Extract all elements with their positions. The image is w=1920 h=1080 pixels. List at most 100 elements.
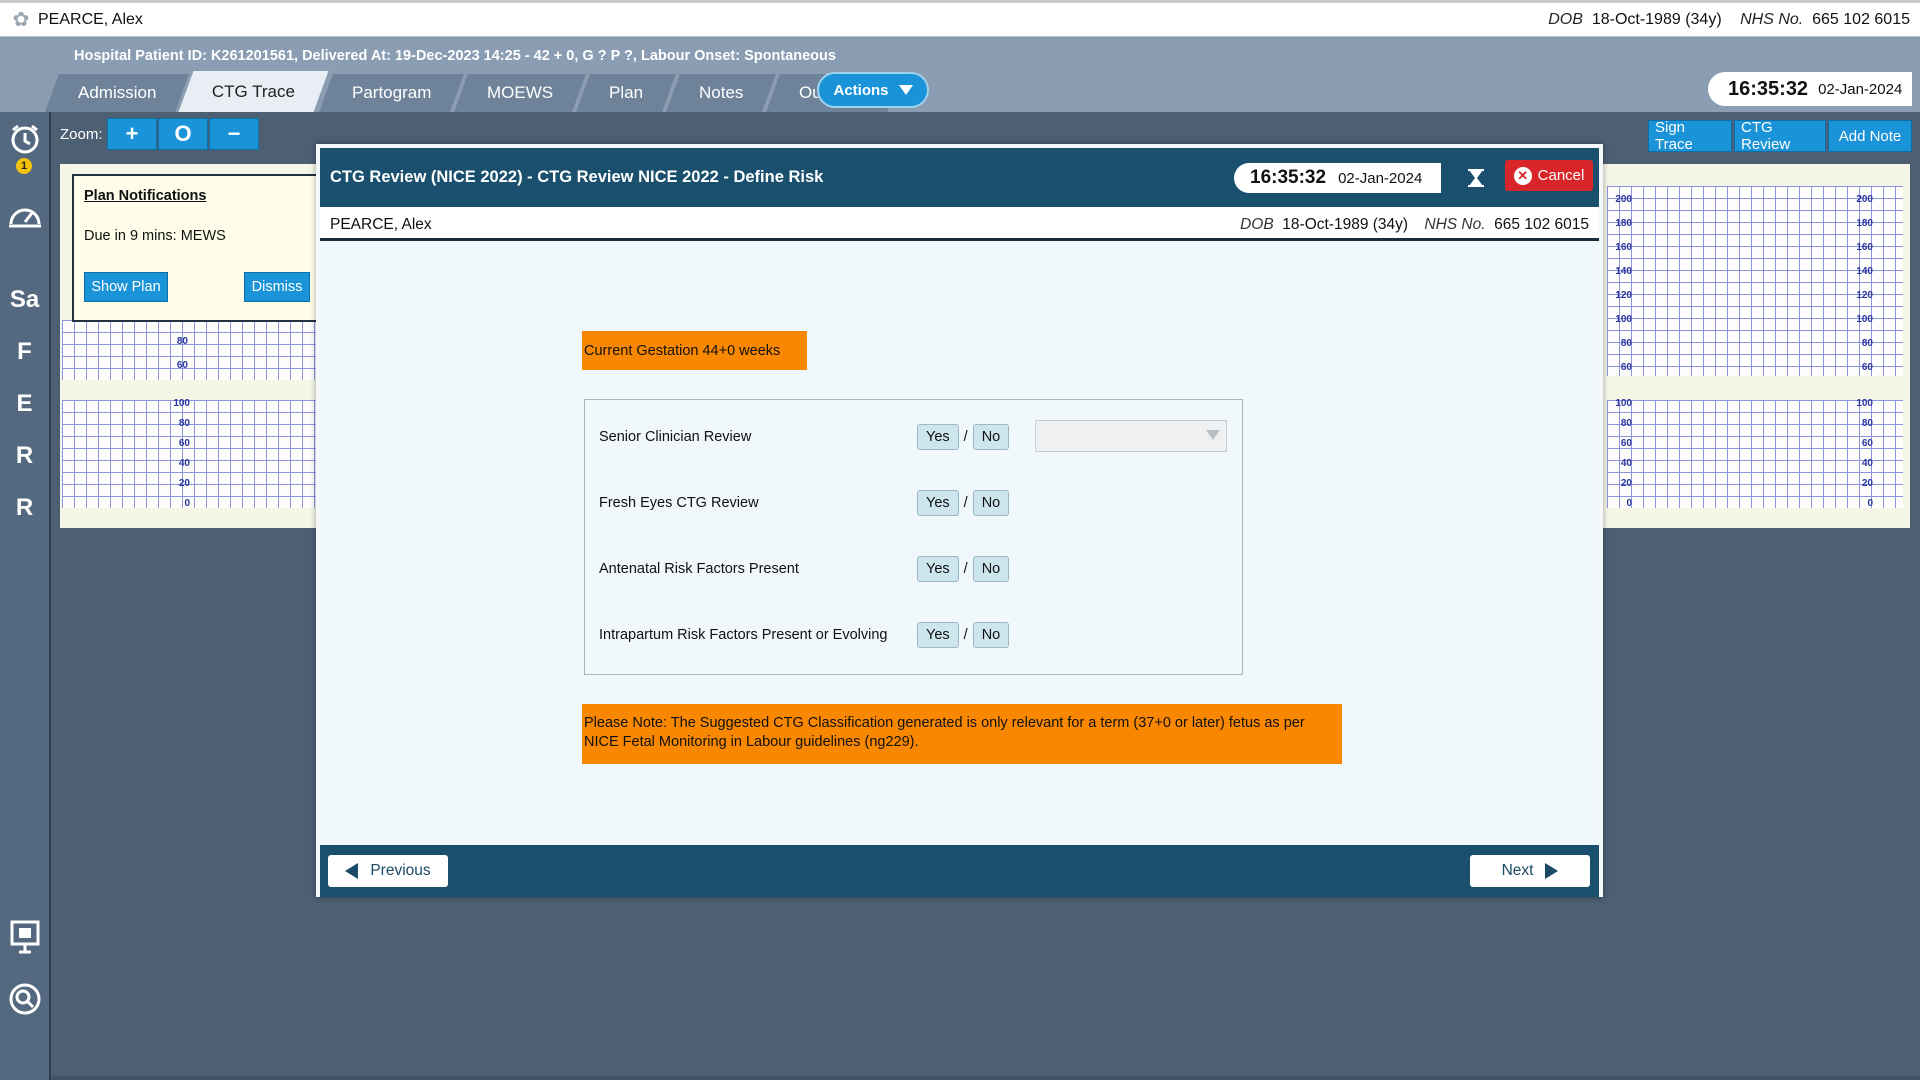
question-label: Antenatal Risk Factors Present — [599, 561, 799, 577]
no-button[interactable]: No — [972, 490, 1010, 516]
toco-tick: 20 — [1861, 478, 1873, 489]
tab-moews[interactable]: MOEWS — [454, 74, 586, 112]
cancel-label: Cancel — [1537, 167, 1585, 184]
zoom-out-button[interactable]: − — [209, 118, 259, 150]
alarm-clock-icon[interactable] — [0, 122, 49, 161]
no-button[interactable]: No — [972, 556, 1010, 582]
fhr-tick: 60 — [1620, 362, 1632, 373]
zoom-label: Zoom: — [60, 126, 103, 143]
question-label: Senior Clinician Review — [599, 429, 752, 445]
risk-questions-panel: Senior Clinician Review Yes / No Fresh E… — [584, 399, 1243, 675]
fhr-tick: 60 — [1861, 362, 1873, 373]
app-logo-icon: ✿ — [12, 8, 30, 31]
toco-tick: 40 — [178, 458, 190, 469]
toco-tick: 0 — [1626, 498, 1632, 509]
dialog-clock-date: 02-Jan-2024 — [1338, 169, 1423, 187]
tab-label: Plan — [609, 83, 644, 102]
fhr-tick: 120 — [1615, 290, 1632, 301]
toco-tick: 0 — [1867, 498, 1873, 509]
next-button[interactable]: Next — [1470, 855, 1590, 887]
fhr-tick: 60 — [176, 360, 188, 371]
dialog-footer: Previous Next — [320, 845, 1599, 897]
fhr-tick: 100 — [1615, 314, 1632, 325]
tab-plan[interactable]: Plan — [576, 74, 676, 112]
question-row: Senior Clinician Review Yes / No — [599, 423, 1010, 451]
previous-button[interactable]: Previous — [328, 855, 448, 887]
yes-button[interactable]: Yes — [917, 490, 959, 516]
chevron-down-icon — [1206, 430, 1220, 440]
dialog-clock: 16:35:32 02-Jan-2024 — [1234, 163, 1441, 193]
fhr-scale-left: 80 60 — [158, 336, 188, 376]
toco-tick: 100 — [1615, 398, 1632, 409]
nhs-label: NHS No. — [1740, 11, 1804, 28]
patient-name: PEARCE, Alex — [38, 10, 143, 28]
yes-button[interactable]: Yes — [917, 622, 959, 648]
dialog-patient-name: PEARCE, Alex — [330, 216, 432, 233]
tab-label: Partogram — [351, 83, 431, 102]
yes-button[interactable]: Yes — [917, 424, 959, 450]
hourglass-icon[interactable] — [1466, 168, 1486, 188]
speedometer-icon[interactable] — [0, 200, 49, 235]
add-note-button[interactable]: Add Note — [1828, 120, 1912, 152]
search-icon[interactable] — [0, 982, 49, 1021]
dismiss-button[interactable]: Dismiss — [244, 272, 310, 302]
no-button[interactable]: No — [972, 424, 1010, 450]
fhr-scale-right-b: 200 180 160 140 120 100 80 60 — [1843, 194, 1873, 374]
tab-label: CTG Trace — [212, 81, 296, 101]
alarm-count-badge: 1 — [16, 158, 32, 174]
dob-label: DOB — [1548, 11, 1583, 28]
toco-scale-right-b: 100 80 60 40 20 0 — [1843, 398, 1873, 509]
sign-trace-button[interactable]: Sign Trace — [1648, 119, 1732, 153]
episode-header: Hospital Patient ID: K261201561, Deliver… — [0, 37, 1920, 112]
yes-no-separator: / — [963, 429, 968, 445]
current-gestation-banner: Current Gestation 44+0 weeks — [582, 331, 807, 370]
fhr-tick: 80 — [1861, 338, 1873, 349]
toco-tick: 40 — [1620, 458, 1632, 469]
previous-label: Previous — [370, 862, 431, 879]
question-row: Fresh Eyes CTG Review Yes / No — [599, 489, 1010, 517]
toco-tick: 80 — [178, 418, 190, 429]
toco-tick: 20 — [1620, 478, 1632, 489]
actions-button[interactable]: Actions — [817, 72, 929, 108]
toco-tick: 60 — [1861, 438, 1873, 449]
rail-letter-r2[interactable]: R — [0, 494, 49, 522]
show-plan-button[interactable]: Show Plan — [84, 272, 168, 302]
dialog-clock-time: 16:35:32 — [1250, 167, 1327, 188]
question-label: Intrapartum Risk Factors Present or Evol… — [599, 627, 888, 643]
tab-label: Notes — [699, 83, 744, 102]
nhs-label: NHS No. — [1424, 216, 1486, 233]
rail-letter-e[interactable]: E — [0, 390, 49, 418]
fhr-tick: 120 — [1856, 290, 1873, 301]
ctg-review-button[interactable]: CTG Review — [1734, 119, 1826, 153]
tab-partogram[interactable]: Partogram — [318, 74, 464, 112]
tab-label: MOEWS — [486, 83, 554, 102]
fhr-grid-left — [62, 320, 316, 380]
zoom-reset-button[interactable]: O — [158, 118, 208, 150]
toco-tick: 60 — [1620, 438, 1632, 449]
fhr-tick: 140 — [1856, 266, 1873, 277]
tab-admission[interactable]: Admission — [45, 74, 190, 112]
tab-label: Admission — [78, 83, 157, 102]
yes-no-separator: / — [963, 495, 968, 511]
no-button[interactable]: No — [972, 622, 1010, 648]
actions-label: Actions — [833, 81, 889, 99]
zoom-in-button[interactable]: + — [107, 118, 157, 150]
question-row: Intrapartum Risk Factors Present or Evol… — [599, 621, 1010, 649]
cancel-button[interactable]: ✕ Cancel — [1505, 160, 1593, 191]
rail-letter-f[interactable]: F — [0, 338, 49, 366]
senior-clinician-select[interactable] — [1035, 420, 1227, 452]
term-fetus-note: Please Note: The Suggested CTG Classific… — [582, 704, 1342, 764]
rail-letter-r1[interactable]: R — [0, 442, 49, 470]
next-label: Next — [1501, 862, 1534, 879]
toco-tick: 80 — [1620, 418, 1632, 429]
toco-tick: 40 — [1861, 458, 1873, 469]
fhr-tick: 160 — [1856, 242, 1873, 253]
yes-button[interactable]: Yes — [917, 556, 959, 582]
toco-scale-left: 100 80 60 40 20 0 — [160, 398, 190, 509]
tab-notes[interactable]: Notes — [666, 74, 777, 112]
fhr-tick: 80 — [176, 336, 188, 347]
rail-letter-sa[interactable]: Sa — [0, 286, 49, 314]
tab-ctg-trace[interactable]: CTG Trace — [178, 71, 330, 112]
fhr-scale-right-a: 200 180 160 140 120 100 80 60 — [1602, 194, 1632, 374]
presentation-icon[interactable] — [0, 920, 49, 959]
